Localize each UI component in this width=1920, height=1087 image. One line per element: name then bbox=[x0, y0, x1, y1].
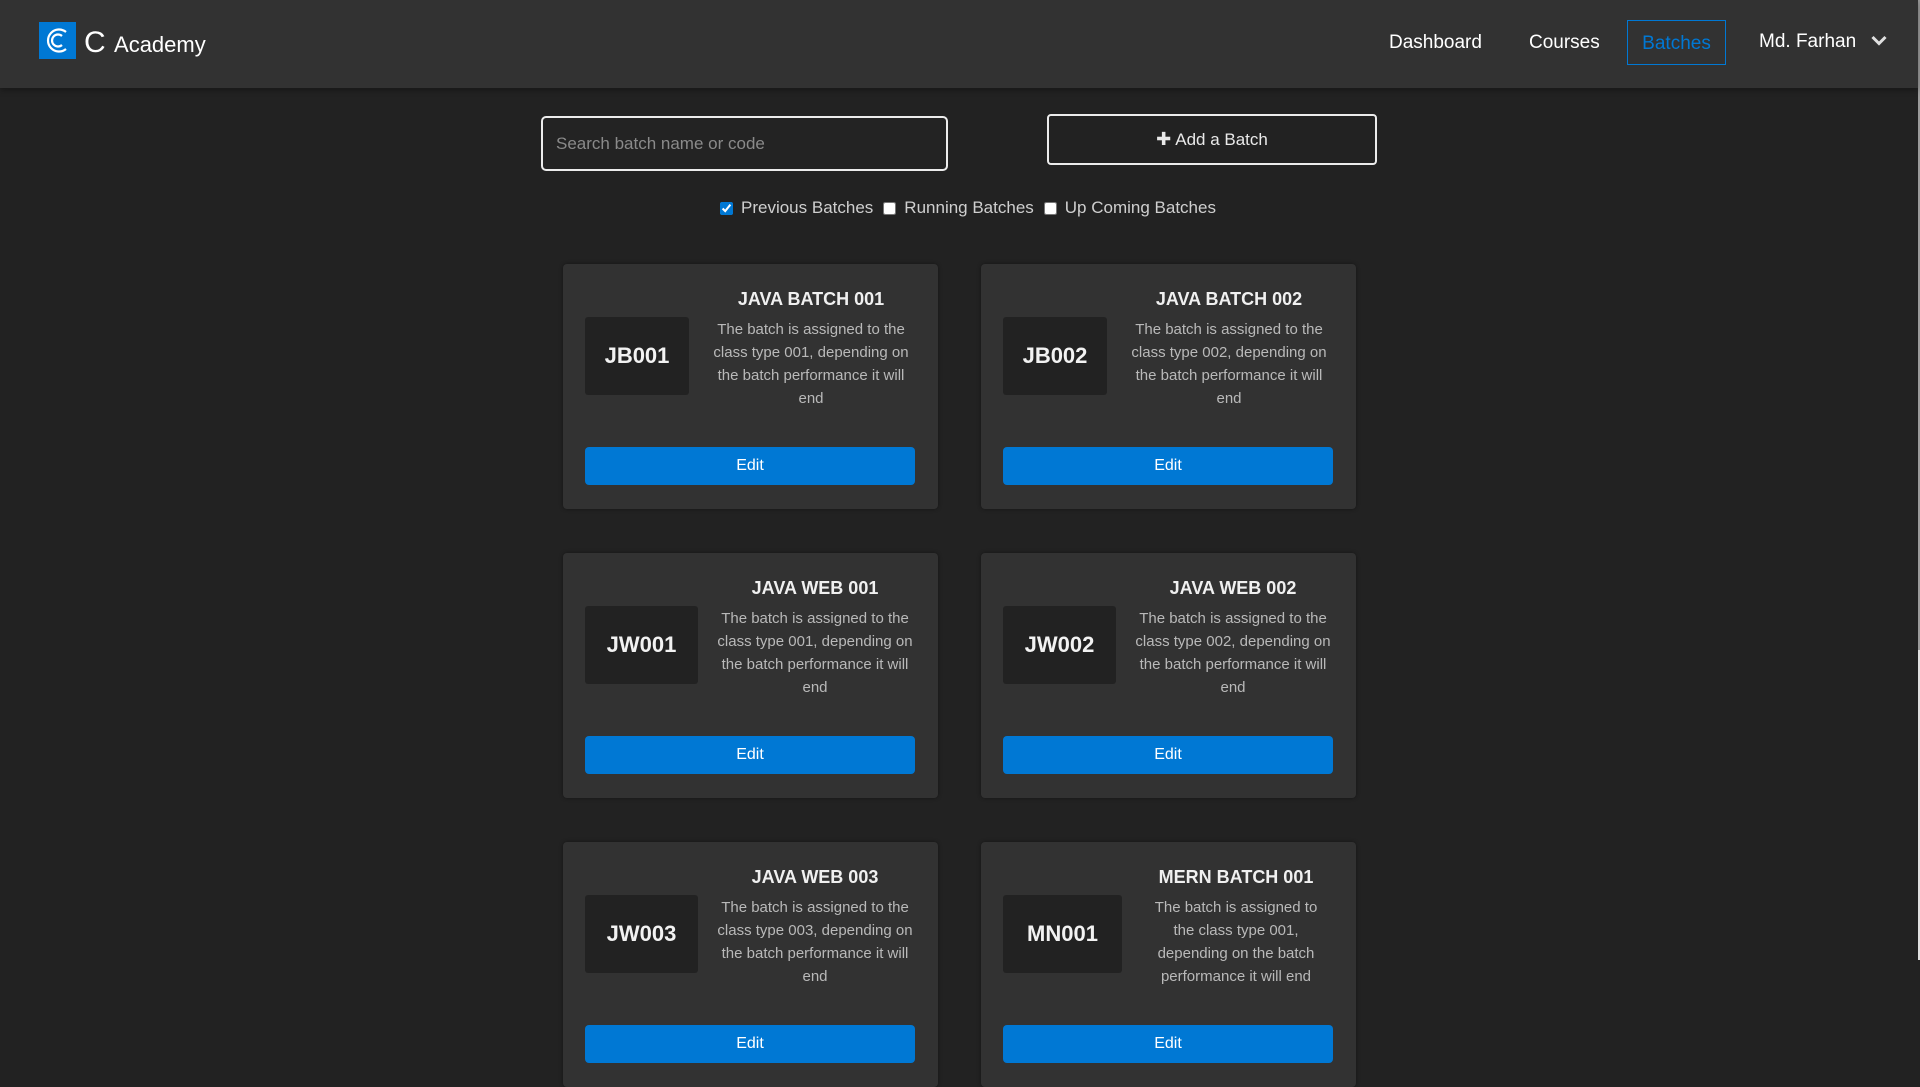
edit-button[interactable]: Edit bbox=[585, 447, 915, 485]
brand-name-big: C bbox=[84, 26, 106, 59]
user-menu[interactable]: Md. Farhan bbox=[1759, 19, 1887, 64]
batch-title: JAVA WEB 002 bbox=[1169, 578, 1297, 598]
batch-card: MN001 MERN BATCH 001 The batch is assign… bbox=[981, 842, 1356, 1087]
batch-card: JB001 JAVA BATCH 001 The batch is assign… bbox=[563, 264, 938, 509]
filter-upcoming[interactable]: Up Coming Batches bbox=[1043, 198, 1216, 218]
edit-button[interactable]: Edit bbox=[585, 1025, 915, 1063]
edit-button[interactable]: Edit bbox=[1003, 447, 1333, 485]
brand-logo[interactable]: C Academy bbox=[39, 22, 206, 59]
chevron-down-icon bbox=[1871, 19, 1887, 64]
batch-filters: Previous Batches Running Batches Up Comi… bbox=[720, 198, 1226, 218]
filter-previous[interactable]: Previous Batches bbox=[720, 198, 873, 218]
batch-title: JAVA BATCH 002 bbox=[1155, 289, 1303, 309]
batch-title: JAVA WEB 001 bbox=[751, 578, 879, 598]
nav-courses[interactable]: Courses bbox=[1529, 20, 1600, 65]
filter-upcoming-checkbox[interactable] bbox=[1043, 201, 1057, 215]
top-navbar: C Academy Dashboard Courses Batches Md. … bbox=[0, 0, 1918, 88]
edit-button[interactable]: Edit bbox=[585, 736, 915, 774]
filter-running[interactable]: Running Batches bbox=[883, 198, 1034, 218]
filter-running-label: Running Batches bbox=[904, 198, 1034, 217]
academy-logo-icon bbox=[39, 22, 76, 59]
batch-code: JW003 bbox=[585, 895, 698, 973]
filter-running-checkbox[interactable] bbox=[883, 201, 897, 215]
batch-code: MN001 bbox=[1003, 895, 1122, 973]
filter-upcoming-label: Up Coming Batches bbox=[1064, 198, 1216, 217]
batch-title: JAVA BATCH 001 bbox=[737, 289, 885, 309]
batch-title: MERN BATCH 001 bbox=[1158, 867, 1314, 887]
add-batch-label: Add a Batch bbox=[1175, 129, 1268, 149]
batch-card: JW002 JAVA WEB 002 The batch is assigned… bbox=[981, 553, 1356, 798]
user-name: Md. Farhan bbox=[1759, 31, 1857, 52]
batch-card: JW003 JAVA WEB 003 The batch is assigned… bbox=[563, 842, 938, 1087]
batch-description: The batch is assigned to the class type … bbox=[717, 899, 913, 985]
plus-icon: ✚ bbox=[1156, 129, 1172, 149]
batch-description: The batch is assigned to the class type … bbox=[1154, 899, 1318, 985]
batch-card: JW001 JAVA WEB 001 The batch is assigned… bbox=[563, 553, 938, 798]
nav-dashboard[interactable]: Dashboard bbox=[1389, 20, 1482, 65]
nav-batches[interactable]: Batches bbox=[1627, 20, 1726, 65]
batch-code: JB001 bbox=[585, 317, 689, 395]
batch-code: JW001 bbox=[585, 606, 698, 684]
filter-previous-label: Previous Batches bbox=[741, 198, 874, 217]
brand-name-small: Academy bbox=[114, 32, 206, 57]
add-batch-button[interactable]: ✚ Add a Batch bbox=[1047, 114, 1377, 165]
search-input[interactable] bbox=[541, 116, 948, 171]
batch-description: The batch is assigned to the class type … bbox=[1131, 321, 1327, 407]
batch-description: The batch is assigned to the class type … bbox=[717, 610, 913, 696]
batch-description: The batch is assigned to the class type … bbox=[1135, 610, 1331, 696]
batch-title: JAVA WEB 003 bbox=[751, 867, 879, 887]
filter-previous-checkbox[interactable] bbox=[720, 201, 733, 215]
edit-button[interactable]: Edit bbox=[1003, 1025, 1333, 1063]
batch-code: JB002 bbox=[1003, 317, 1107, 395]
batch-card: JB002 JAVA BATCH 002 The batch is assign… bbox=[981, 264, 1356, 509]
edit-button[interactable]: Edit bbox=[1003, 736, 1333, 774]
batch-code: JW002 bbox=[1003, 606, 1116, 684]
batch-description: The batch is assigned to the class type … bbox=[713, 321, 909, 407]
